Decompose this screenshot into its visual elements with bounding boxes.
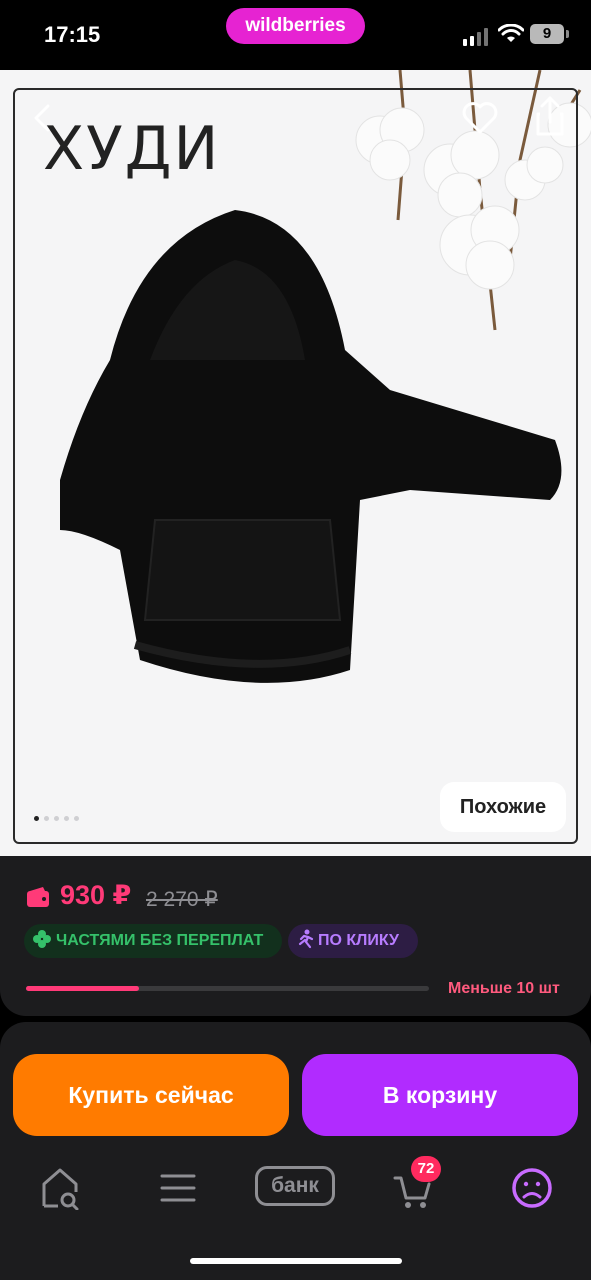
heart-icon[interactable] [460, 98, 500, 138]
stock-progress-fill [26, 986, 139, 991]
one-click-badge[interactable]: ПО КЛИКУ [288, 924, 418, 958]
current-price: 930 ₽ [60, 880, 132, 910]
battery-icon: 9 [530, 24, 569, 44]
old-price: 2 270 ₽ [146, 888, 218, 911]
price-card: 930 ₽ 2 270 ₽ ЧАСТЯМИ БЕЗ ПЕРЕПЛАТ ПО КЛ… [0, 856, 591, 1016]
image-title: ХУДИ [43, 114, 221, 184]
add-to-cart-button[interactable]: В корзину [302, 1054, 578, 1136]
installments-label: ЧАСТЯМИ БЕЗ ПЕРЕПЛАТ [56, 932, 264, 949]
home-indicator[interactable] [190, 1258, 402, 1264]
cart-count-badge: 72 [411, 1156, 441, 1182]
running-icon [298, 929, 314, 949]
pager-dot [34, 816, 39, 821]
status-bar: 17:15 wildberries 9 [0, 0, 591, 70]
bank-icon[interactable]: банк [255, 1166, 335, 1210]
wallet-icon [27, 887, 49, 907]
image-pager-dots [34, 816, 79, 821]
pager-dot [64, 816, 69, 821]
bank-label: банк [255, 1166, 335, 1206]
signal-icon [463, 28, 489, 46]
buy-now-button[interactable]: Купить сейчас [13, 1054, 289, 1136]
clover-icon [33, 930, 51, 948]
similar-button[interactable]: Похожие [440, 782, 566, 832]
catalog-icon[interactable] [158, 1166, 198, 1210]
product-image-area[interactable]: ХУДИ Похожие [0, 70, 591, 856]
pager-dot [44, 816, 49, 821]
stock-label: Меньше 10 шт [448, 980, 560, 997]
back-icon[interactable] [22, 98, 62, 138]
one-click-label: ПО КЛИКУ [318, 932, 399, 949]
photo-frame: ХУДИ [13, 88, 578, 844]
cart-icon[interactable]: 72 [393, 1156, 447, 1210]
home-search-icon[interactable] [40, 1166, 80, 1210]
share-icon[interactable] [530, 94, 570, 138]
pager-dot [74, 816, 79, 821]
profile-icon[interactable] [510, 1166, 554, 1210]
status-time: 17:15 [44, 22, 101, 47]
pager-dot [54, 816, 59, 821]
stock-progress-bar [26, 986, 429, 991]
wildberries-pill[interactable]: wildberries [226, 8, 365, 44]
wifi-icon [498, 24, 524, 42]
installments-badge[interactable]: ЧАСТЯМИ БЕЗ ПЕРЕПЛАТ [24, 924, 282, 958]
bottom-panel: Купить сейчас В корзину банк 72 [0, 1022, 591, 1280]
